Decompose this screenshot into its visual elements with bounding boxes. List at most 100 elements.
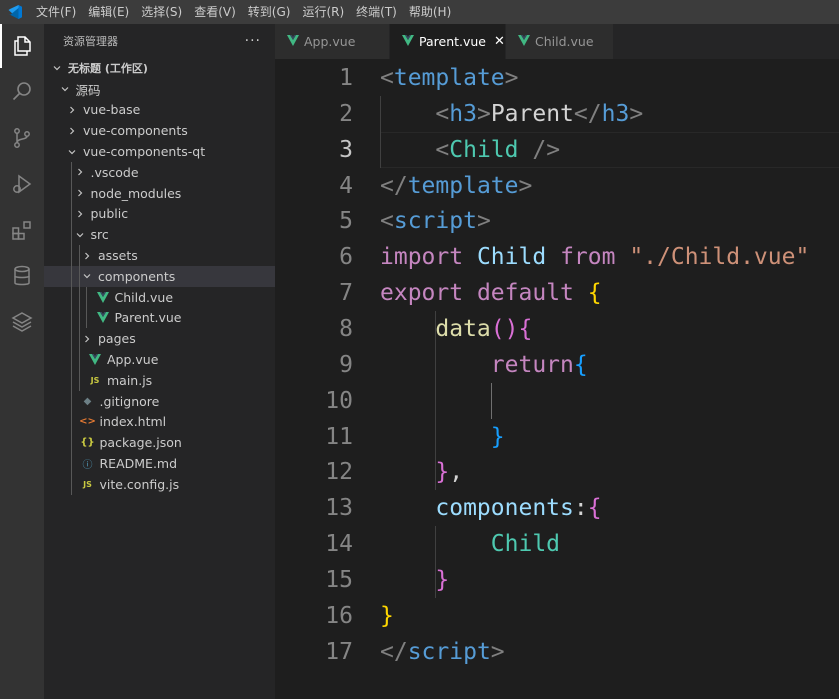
code-text: } (380, 562, 449, 598)
code-line[interactable]: 14 Child (275, 526, 839, 563)
layers-icon[interactable] (0, 300, 44, 344)
extensions-icon[interactable] (0, 208, 44, 252)
code-line[interactable]: 4 </template> (275, 168, 839, 204)
tree-item[interactable]: components (44, 265, 275, 287)
code-line[interactable]: 12 }, (275, 454, 839, 491)
explorer-icon[interactable] (0, 24, 44, 68)
tree-item[interactable]: ◆ .gitignore (44, 390, 275, 412)
editor-tab[interactable]: Parent.vue ✕ (390, 24, 506, 59)
tree-item[interactable]: vue-components (44, 120, 275, 141)
tree-item[interactable]: <> index.html (44, 411, 275, 433)
tree-item[interactable]: pages (44, 328, 275, 350)
chevron-right-icon[interactable] (79, 334, 95, 344)
code-token: , (449, 459, 464, 486)
chevron-down-icon[interactable] (57, 84, 73, 94)
close-icon[interactable]: ✕ (494, 34, 505, 49)
chevron-right-icon[interactable] (79, 251, 95, 261)
editor-tab[interactable]: App.vue (275, 24, 390, 59)
code-line[interactable]: 13 components:{ (275, 490, 839, 526)
menu-item[interactable]: 转到(G) (242, 0, 297, 24)
more-actions-icon[interactable]: ··· (245, 33, 261, 49)
code-line[interactable]: 6 import Child from "./Child.vue" (275, 239, 839, 275)
code-token: </ (380, 638, 408, 665)
line-number: 14 (325, 531, 353, 558)
line-number: 6 (339, 244, 353, 271)
code-text: } (380, 598, 394, 634)
menu-item[interactable]: 终端(T) (350, 0, 403, 24)
code-line[interactable]: 15 } (275, 561, 839, 598)
code-text: </template> (380, 168, 532, 204)
code-text: </script> (380, 634, 505, 670)
editor-tab-bar: App.vue Parent.vue ✕ Child.vue (275, 24, 839, 59)
line-number: 9 (339, 351, 353, 378)
chevron-right-icon[interactable] (72, 167, 88, 177)
tree-item[interactable]: JS vite.config.js (44, 473, 275, 495)
chevron-down-icon[interactable] (49, 63, 65, 73)
tab-label: App.vue (304, 34, 356, 49)
chevron-down-icon[interactable] (64, 147, 80, 157)
indent-guide (71, 245, 72, 266)
code-line[interactable]: 1 <template> (275, 60, 839, 96)
menu-item[interactable]: 帮助(H) (403, 0, 457, 24)
chevron-down-icon[interactable] (72, 230, 88, 240)
menu-item[interactable]: 运行(R) (296, 0, 350, 24)
tree-item[interactable]: .vscode (44, 161, 275, 183)
tree-item[interactable]: JS main.js (44, 369, 275, 391)
tree-item[interactable]: Child.vue (44, 286, 275, 308)
indent-guide (86, 286, 87, 308)
code-line[interactable]: 2 <h3>Parent</h3> (275, 95, 839, 132)
code-line[interactable]: 5 <script> (275, 203, 839, 239)
menu-item[interactable]: 查看(V) (188, 0, 242, 24)
chevron-down-icon[interactable] (79, 271, 95, 281)
code-line[interactable]: 10 (275, 382, 839, 419)
search-icon[interactable] (0, 70, 44, 114)
line-number: 4 (339, 172, 353, 199)
code-line[interactable]: 8 data(){ (275, 310, 839, 347)
editor-tab[interactable]: Child.vue (506, 24, 614, 59)
code-line[interactable]: 11 } (275, 418, 839, 455)
chevron-right-icon[interactable] (64, 126, 80, 136)
tree-item[interactable]: vue-components-qt (44, 141, 275, 162)
indent-guide (71, 432, 72, 454)
code-token: { (518, 315, 533, 342)
code-token: { (573, 351, 588, 378)
indent-guide (78, 245, 80, 266)
js-file-icon: JS (90, 375, 100, 385)
menu-item[interactable]: 文件(F) (30, 0, 82, 24)
menu-item[interactable]: 选择(S) (135, 0, 188, 24)
code-token: script (407, 638, 491, 665)
code-token: > (629, 100, 644, 127)
tree-item[interactable]: assets (44, 245, 275, 266)
chevron-right-icon[interactable] (72, 209, 88, 219)
tree-item-label: README.md (99, 456, 178, 472)
source-control-icon[interactable] (0, 116, 44, 160)
tree-item[interactable]: node_modules (44, 182, 275, 204)
tree-item[interactable]: 源码 (44, 79, 275, 100)
code-line[interactable]: 16} (275, 598, 839, 634)
tree-item[interactable]: {} package.json (44, 432, 275, 454)
tree-item[interactable]: src (44, 224, 275, 246)
database-icon[interactable] (0, 254, 44, 298)
run-debug-icon[interactable] (0, 162, 44, 206)
tree-item[interactable]: public (44, 203, 275, 225)
code-line[interactable]: 9 return{ (275, 346, 839, 383)
tree-item[interactable]: 无标题 (工作区) (44, 58, 275, 79)
code-line[interactable]: 17 </script> (275, 634, 839, 670)
tree-item[interactable]: App.vue (44, 349, 275, 370)
line-number: 3 (339, 136, 353, 163)
code-line[interactable]: 3 <Child /> (275, 131, 839, 168)
code-editor[interactable]: 1 <template> 2 <h3>Parent</h3> 3 <Child /> 4… (275, 59, 839, 699)
tree-item-label: vue-components (83, 123, 188, 139)
activity-bar (0, 24, 44, 699)
tree-item[interactable]: Parent.vue (44, 307, 275, 329)
chevron-right-icon[interactable] (64, 105, 80, 115)
code-line[interactable]: 7 export default { (275, 275, 839, 311)
chevron-right-icon[interactable] (72, 188, 88, 198)
tree-item-label: .vscode (90, 164, 139, 180)
menu-item[interactable]: 编辑(E) (82, 0, 135, 24)
tree-item[interactable]: ⓘ README.md (44, 453, 275, 474)
tree-item[interactable]: vue-base (44, 100, 275, 121)
